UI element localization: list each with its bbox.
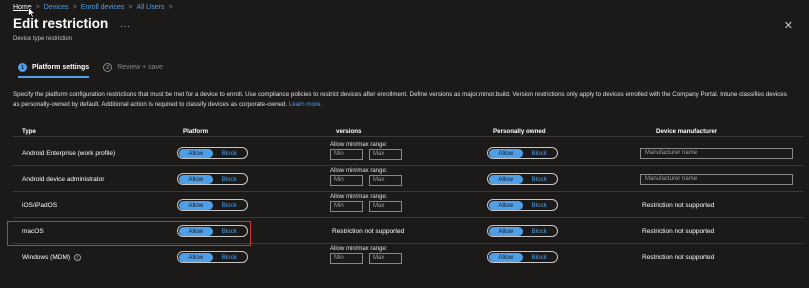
version-range: Allow min/max range: Min Max: [330, 194, 402, 212]
toggle-allow[interactable]: Allow: [489, 252, 523, 262]
toggle-allow[interactable]: Allow: [489, 200, 523, 210]
range-label: Allow min/max range:: [330, 168, 388, 174]
close-icon[interactable]: ✕: [784, 19, 793, 32]
personally-owned-toggle[interactable]: Allow Block: [487, 225, 558, 237]
row-type: Android device administrator: [22, 176, 105, 183]
range-label: Allow min/max range:: [330, 142, 388, 148]
manufacturer-not-supported: Restriction not supported: [642, 254, 715, 261]
toggle-block[interactable]: Block: [213, 175, 247, 184]
max-version-input[interactable]: Max: [369, 253, 402, 264]
max-version-input[interactable]: Max: [369, 149, 402, 160]
toggle-allow[interactable]: Allow: [489, 148, 523, 158]
toggle-allow[interactable]: Allow: [179, 200, 213, 210]
range-label: Allow min/max range:: [330, 246, 388, 252]
breadcrumb-devices[interactable]: Devices: [44, 4, 69, 11]
step-label: Platform settings: [32, 64, 90, 71]
range-label: Allow min/max range:: [330, 194, 388, 200]
toggle-block[interactable]: Block: [523, 175, 557, 184]
toggle-block[interactable]: Block: [213, 253, 247, 262]
toggle-allow[interactable]: Allow: [179, 148, 213, 158]
row-type: iOS/iPadOS: [22, 202, 58, 209]
toggle-block[interactable]: Block: [213, 149, 247, 158]
manufacturer-not-supported: Restriction not supported: [642, 228, 715, 235]
version-range: Allow min/max range: Min Max: [330, 142, 402, 160]
personally-owned-toggle[interactable]: Allow Block: [487, 251, 558, 263]
step-label: Review + save: [117, 64, 163, 71]
breadcrumb-separator: >: [168, 4, 173, 11]
platform-toggle[interactable]: Allow Block: [177, 147, 248, 159]
toggle-block[interactable]: Block: [523, 149, 557, 158]
personally-owned-toggle[interactable]: Allow Block: [487, 147, 558, 159]
header-device-manufacturer: Device manufacturer: [656, 128, 718, 135]
table-row: Windows (MDM) i Allow Block Allow min/max…: [13, 245, 803, 271]
header-versions: versions: [336, 128, 362, 135]
manufacturer-input[interactable]: Manufacturer name: [640, 148, 793, 159]
step-review-save[interactable]: 2 Review + save: [103, 63, 163, 72]
table-row: Android Enterprise (work profile) Allow …: [13, 141, 803, 166]
version-range: Allow min/max range: Min Max: [330, 168, 402, 186]
info-icon[interactable]: i: [74, 254, 82, 261]
toggle-allow[interactable]: Allow: [489, 174, 523, 184]
row-type: Windows (MDM): [22, 254, 71, 262]
min-version-input[interactable]: Min: [330, 149, 363, 160]
toggle-block[interactable]: Block: [523, 201, 557, 210]
toggle-block[interactable]: Block: [523, 253, 557, 262]
breadcrumb-separator: >: [128, 4, 133, 11]
platform-toggle[interactable]: Allow Block: [177, 251, 248, 263]
more-options-icon[interactable]: ...: [120, 19, 131, 29]
versions-not-supported: Restriction not supported: [332, 228, 405, 235]
manufacturer-not-supported: Restriction not supported: [642, 202, 715, 209]
min-version-input[interactable]: Min: [330, 253, 363, 264]
personally-owned-toggle[interactable]: Allow Block: [487, 173, 558, 185]
manufacturer-input[interactable]: Manufacturer name: [640, 174, 793, 185]
breadcrumb: Home > Devices > Enroll devices > All Us…: [13, 4, 173, 11]
header-type: Type: [22, 128, 36, 135]
page-subtitle: Device type restriction: [13, 36, 73, 42]
header-platform: Platform: [183, 128, 209, 135]
step-number-badge: 1: [18, 63, 27, 72]
breadcrumb-enroll-devices[interactable]: Enroll devices: [81, 4, 125, 11]
step-number-badge: 2: [103, 63, 113, 72]
platform-toggle[interactable]: Allow Block: [177, 199, 248, 211]
page-title: Edit restriction: [13, 16, 109, 31]
platform-toggle[interactable]: Allow Block: [177, 173, 248, 185]
min-version-input[interactable]: Min: [330, 175, 363, 186]
toggle-block[interactable]: Block: [523, 227, 557, 236]
breadcrumb-separator: >: [72, 4, 77, 11]
row-type: Android Enterprise (work profile): [22, 150, 116, 157]
grid-header-row: Type Platform versions Personally owned …: [13, 125, 803, 137]
breadcrumb-all-users[interactable]: All Users: [136, 4, 164, 11]
toggle-allow[interactable]: Allow: [489, 226, 523, 236]
table-row: Android device administrator Allow Block…: [13, 167, 803, 192]
description-text: Specify the platform configuration restr…: [13, 90, 788, 110]
personally-owned-toggle[interactable]: Allow Block: [487, 199, 558, 211]
header-personally-owned: Personally owned: [493, 128, 546, 135]
version-range: Allow min/max range: Min Max: [330, 246, 402, 264]
row-type-wrapper: Windows (MDM) i: [22, 254, 82, 262]
toggle-allow[interactable]: Allow: [179, 174, 213, 184]
title-row: Edit restriction ...: [13, 16, 131, 31]
wizard-steps: 1 Platform settings 2 Review + save: [18, 63, 163, 78]
toggle-block[interactable]: Block: [213, 201, 247, 210]
min-version-input[interactable]: Min: [330, 201, 363, 212]
learn-more-link[interactable]: Learn more.: [289, 101, 322, 108]
description-body: Specify the platform configuration restr…: [13, 91, 787, 108]
macos-highlight-box: [7, 221, 251, 246]
breadcrumb-separator: >: [35, 4, 40, 11]
table-row: iOS/iPadOS Allow Block Allow min/max ran…: [13, 193, 803, 218]
toggle-allow[interactable]: Allow: [179, 252, 213, 262]
step-platform-settings[interactable]: 1 Platform settings: [18, 63, 90, 78]
max-version-input[interactable]: Max: [369, 175, 402, 186]
max-version-input[interactable]: Max: [369, 201, 402, 212]
